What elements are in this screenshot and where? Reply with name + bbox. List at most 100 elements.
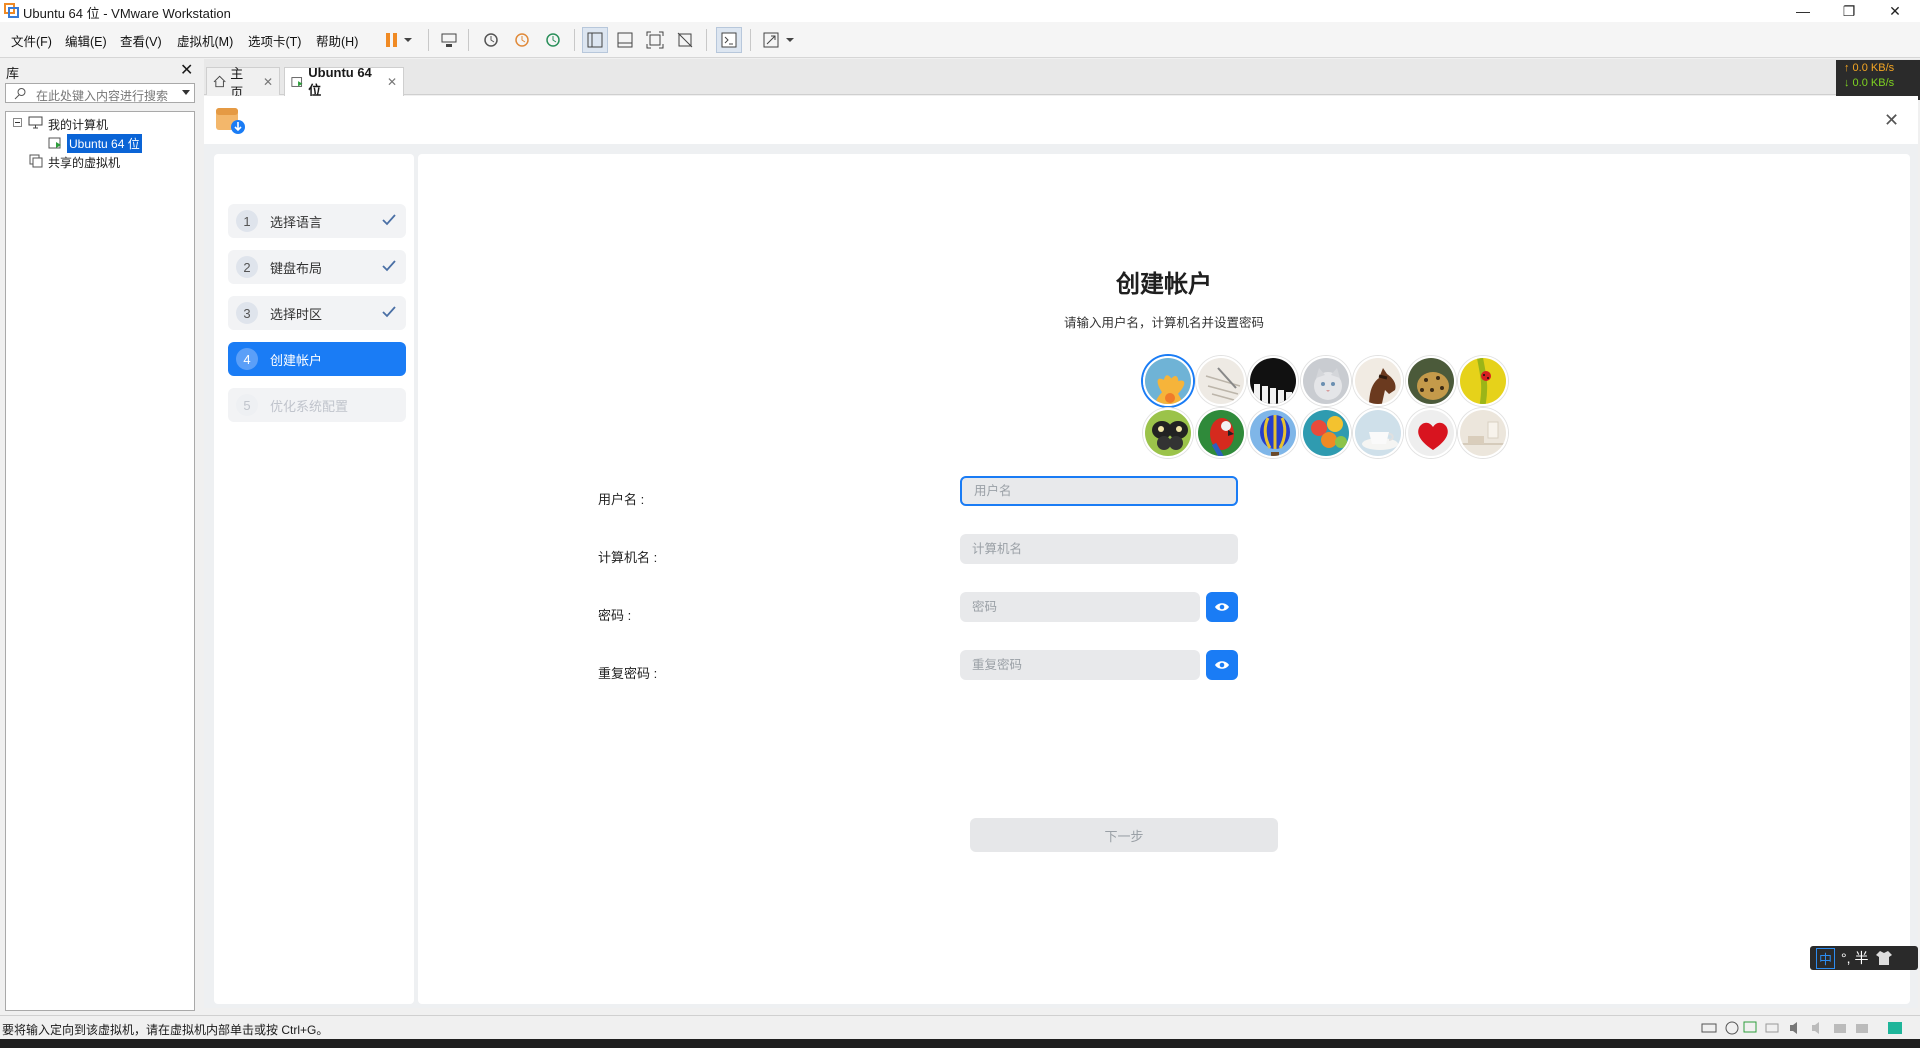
tree-vm-ubuntu[interactable]: Ubuntu 64 位 — [66, 133, 143, 154]
menu-help[interactable]: 帮助(H) — [316, 31, 358, 50]
butterfly-avatar-image — [1145, 410, 1191, 456]
ime-language[interactable]: 中 — [1816, 947, 1836, 969]
repeat-password-label: 重复密码 : — [598, 666, 658, 681]
hostname-input[interactable] — [960, 534, 1238, 564]
show-password-button[interactable] — [1206, 592, 1238, 622]
tab-home-close[interactable]: ✕ — [263, 75, 273, 89]
avatar-butterfly[interactable] — [1143, 408, 1193, 458]
step-keyboard-layout[interactable]: 2 键盘布局 — [228, 250, 406, 284]
avatar-hot-air-balloon[interactable] — [1248, 408, 1298, 458]
installer-header: ✕ — [204, 96, 1918, 144]
close-window-button[interactable]: ✕ — [1872, 0, 1918, 22]
snapshot-button[interactable] — [478, 27, 504, 53]
step-label: 选择时区 — [270, 306, 323, 322]
installer-body: 1 选择语言 2 键盘布局 3 选择时区 4 创建帐户 5 优化系统配置 创建帐… — [204, 144, 1918, 1008]
page-subtitle: 请输入用户名，计算机名并设置密码 — [1063, 316, 1264, 330]
pause-icon — [386, 33, 412, 47]
vmware-app-icon — [4, 3, 19, 18]
minimize-button[interactable]: — — [1780, 0, 1826, 22]
window-title: Ubuntu 64 位 - VMware Workstation — [23, 6, 231, 21]
send-ctrl-alt-del-button[interactable] — [436, 27, 462, 53]
unity-icon — [677, 32, 693, 48]
step-number: 5 — [236, 394, 258, 416]
step-select-timezone[interactable]: 3 选择时区 — [228, 296, 406, 330]
ime-width[interactable]: 半 — [1855, 948, 1869, 968]
step-label: 创建帐户 — [270, 352, 323, 368]
hot-air-balloon-avatar-image — [1250, 410, 1296, 456]
snapshot-manager-button[interactable] — [540, 27, 566, 53]
step-create-account[interactable]: 4 创建帐户 — [228, 342, 406, 376]
tab-ubuntu[interactable]: Ubuntu 64 位 ✕ — [284, 65, 404, 98]
menu-view[interactable]: 查看(V) — [120, 31, 162, 50]
revert-clock-icon — [515, 33, 529, 47]
pause-button[interactable] — [378, 27, 418, 53]
show-library-button[interactable] — [582, 27, 608, 53]
library-search-box[interactable]: 在此处键入内容进行搜索 — [5, 83, 195, 103]
eye-icon — [1215, 603, 1229, 611]
vm-running-icon — [291, 77, 303, 87]
show-repeat-password-button[interactable] — [1206, 650, 1238, 680]
menu-edit[interactable]: 编辑(E) — [65, 31, 107, 50]
avatar-flower[interactable] — [1143, 356, 1193, 406]
library-search-placeholder: 在此处键入内容进行搜索 — [36, 89, 169, 103]
tree-shared-vms[interactable]: 共享的虚拟机 — [48, 154, 120, 171]
avatar-balloons[interactable] — [1301, 408, 1351, 458]
repeat-password-input[interactable] — [960, 650, 1200, 680]
avatar-parrot[interactable] — [1196, 408, 1246, 458]
skin-shirt-icon[interactable] — [1875, 950, 1893, 966]
stretch-icon — [763, 32, 794, 48]
avatar-cat[interactable] — [1301, 356, 1351, 406]
teacup-avatar-image — [1355, 410, 1401, 456]
avatar-room[interactable] — [1458, 408, 1508, 458]
console-view-button[interactable] — [716, 27, 742, 53]
step-label: 优化系统配置 — [270, 398, 349, 414]
next-button[interactable]: 下一步 — [970, 818, 1278, 852]
menu-tabs[interactable]: 选项卡(T) — [248, 31, 301, 50]
library-close-button[interactable]: ✕ — [180, 60, 193, 80]
restore-button[interactable]: ❐ — [1826, 0, 1872, 22]
home-icon — [213, 75, 226, 88]
network-speed-widget: ↑ 0.0 KB/s ↓ 0.0 KB/s — [1836, 60, 1920, 100]
avatar-teacup[interactable] — [1353, 408, 1403, 458]
step-number: 3 — [236, 302, 258, 324]
menu-file[interactable]: 文件(F) — [11, 31, 52, 50]
chevron-down-icon[interactable] — [182, 90, 190, 96]
terminal-icon — [721, 32, 737, 48]
avatar-piano[interactable] — [1248, 356, 1298, 406]
collapse-icon[interactable] — [13, 118, 22, 127]
avatar-paper[interactable] — [1196, 356, 1246, 406]
ime-punctuation[interactable]: °, — [1841, 950, 1851, 966]
unity-button[interactable] — [672, 27, 698, 53]
status-bar: 要将输入定向到该虚拟机，请在虚拟机内部单击或按 Ctrl+G。 — [0, 1015, 1920, 1039]
search-icon — [14, 88, 26, 100]
full-screen-button[interactable] — [642, 27, 668, 53]
avatar-heart[interactable] — [1406, 408, 1456, 458]
show-thumbnail-bar-button[interactable] — [612, 27, 638, 53]
username-input[interactable] — [960, 476, 1238, 506]
menu-vm[interactable]: 虚拟机(M) — [177, 31, 233, 50]
avatar-leopard[interactable] — [1406, 356, 1456, 406]
library-panel: 库 ✕ 在此处键入内容进行搜索 我的计算机 Ubuntu 64 位 共享的虚拟机 — [0, 59, 198, 1015]
stretch-guest-button[interactable] — [760, 27, 800, 53]
revert-snapshot-button[interactable] — [509, 27, 535, 53]
installer-close-button[interactable]: ✕ — [1884, 110, 1899, 131]
vm-display[interactable]: ✕ 1 选择语言 2 键盘布局 3 选择时区 4 创建帐户 5 优化系统配置 创… — [204, 96, 1918, 1008]
step-select-language[interactable]: 1 选择语言 — [228, 204, 406, 238]
leopard-avatar-image — [1408, 358, 1454, 404]
tab-ubuntu-label: Ubuntu 64 位 — [308, 65, 372, 98]
avatar-ladybug[interactable] — [1458, 356, 1508, 406]
password-input[interactable] — [960, 592, 1200, 622]
tab-ubuntu-close[interactable]: ✕ — [387, 75, 397, 89]
create-account-panel: 创建帐户 请输入用户名，计算机名并设置密码 用户名: 用户名 计算机名: 计… — [418, 154, 1910, 1004]
keyboard-icon — [441, 33, 457, 47]
device-status-icons[interactable] — [1700, 1020, 1916, 1036]
balloons-avatar-image — [1303, 410, 1349, 456]
tab-home[interactable]: 主页 ✕ — [206, 66, 280, 100]
upload-speed: ↑ 0.0 KB/s — [1844, 62, 1895, 74]
ime-indicator[interactable]: 中 °, 半 — [1810, 946, 1918, 970]
avatar-horse[interactable] — [1353, 356, 1403, 406]
tree-my-computer[interactable]: 我的计算机 — [48, 116, 108, 133]
library-title: 库 — [6, 66, 20, 81]
paper-avatar-image — [1198, 358, 1244, 404]
room-avatar-image — [1460, 410, 1506, 456]
